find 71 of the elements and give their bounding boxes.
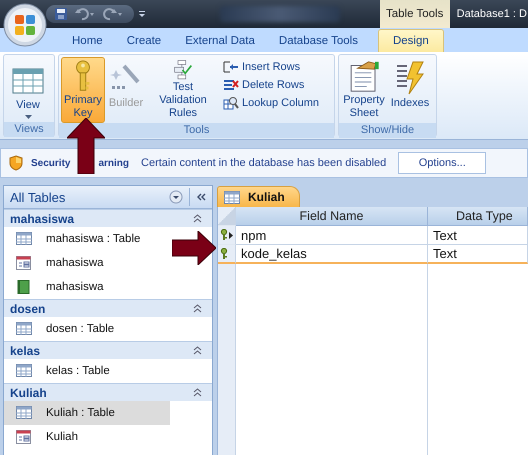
ribbon-tab[interactable]: Database Tools xyxy=(266,30,370,52)
current-row-icon xyxy=(229,232,233,238)
navigation-item[interactable]: dosen : Table xyxy=(4,317,170,341)
table-icon xyxy=(224,190,240,204)
ribbon-button[interactable]: Lookup Column xyxy=(223,96,320,110)
ribbon-button[interactable]: Delete Rows xyxy=(223,78,320,92)
table-cell[interactable]: kode_kelas xyxy=(236,245,428,264)
table-cell[interactable]: Text xyxy=(428,245,528,264)
ribbon-tab[interactable]: Home xyxy=(60,30,115,52)
group-header[interactable]: mahasiswa xyxy=(4,209,212,227)
document-tab[interactable]: Kuliah xyxy=(217,186,300,207)
table-icon xyxy=(16,406,32,420)
group-label: Show/Hide xyxy=(339,123,436,138)
ribbon-button[interactable]: Property Sheet xyxy=(341,57,387,123)
shield-icon xyxy=(9,155,23,171)
group-label: Tools xyxy=(59,123,334,138)
row-selector[interactable] xyxy=(218,226,236,245)
annotation-arrow xyxy=(172,231,216,265)
ribbon-tab[interactable]: Create xyxy=(114,30,174,52)
datasheet-icon xyxy=(12,68,44,96)
navigation-item[interactable]: Kuliah xyxy=(4,425,170,449)
group-label: Views xyxy=(4,122,54,137)
form-icon xyxy=(16,430,32,444)
security-title: arning xyxy=(98,158,130,168)
key-icon xyxy=(73,60,93,93)
navigation-item[interactable]: mahasiswa xyxy=(4,251,170,275)
table-cell[interactable]: npm xyxy=(236,226,428,245)
navigation-item[interactable]: kelas : Table xyxy=(4,359,170,383)
table-icon xyxy=(16,364,32,378)
ribbon-tab[interactable]: External Data xyxy=(173,30,267,52)
table-icon xyxy=(16,322,32,336)
security-title: Security xyxy=(31,158,70,168)
security-message: Certain content in the database has been disabled xyxy=(141,157,386,169)
customize-icon[interactable] xyxy=(138,9,146,19)
navigation-item[interactable]: Kuliah : Table xyxy=(4,401,170,425)
insert-rows-icon xyxy=(223,60,239,74)
table-icon xyxy=(16,232,32,246)
options-button[interactable]: Options... xyxy=(398,152,486,174)
save-icon[interactable] xyxy=(54,7,68,21)
window-title: Database1 : D xyxy=(456,8,528,20)
contextual-tab-label: Table Tools xyxy=(380,0,450,28)
table-cell[interactable]: Text xyxy=(428,226,528,245)
navigation-item[interactable]: mahasiswa xyxy=(4,275,170,299)
group-header[interactable]: kelas xyxy=(4,341,212,359)
report-icon xyxy=(16,280,32,294)
key-icon xyxy=(220,248,228,260)
delete-rows-icon xyxy=(223,78,239,92)
view-button[interactable]: View xyxy=(6,57,50,122)
ribbon-button[interactable]: Insert Rows xyxy=(223,60,320,74)
column-header: Field Name xyxy=(236,207,428,226)
redo-icon[interactable] xyxy=(102,7,124,21)
collapse-icon xyxy=(193,346,202,355)
group-header[interactable]: Kuliah xyxy=(4,383,212,401)
undo-icon[interactable] xyxy=(74,7,96,21)
collapse-icon xyxy=(193,214,202,223)
navigation-item[interactable]: mahasiswa : Table xyxy=(4,227,170,251)
ribbon-button[interactable]: Primary Key xyxy=(61,57,105,123)
ribbon-button[interactable]: Test Validation Rules xyxy=(147,57,219,123)
caret-icon xyxy=(24,115,32,119)
ribbon-button[interactable]: Indexes xyxy=(387,57,433,123)
lightning-icon xyxy=(395,60,425,96)
key-icon xyxy=(220,229,228,241)
lookup-column-icon xyxy=(223,96,239,110)
ribbon-tab[interactable]: Design xyxy=(378,29,444,52)
column-header: Data Type xyxy=(428,207,528,226)
dropdown-icon[interactable] xyxy=(169,190,183,204)
group-header[interactable]: dosen xyxy=(4,299,212,317)
form-icon xyxy=(16,256,32,270)
collapse-icon[interactable] xyxy=(196,192,206,202)
collapse-icon xyxy=(193,388,202,397)
collapse-icon xyxy=(193,304,202,313)
